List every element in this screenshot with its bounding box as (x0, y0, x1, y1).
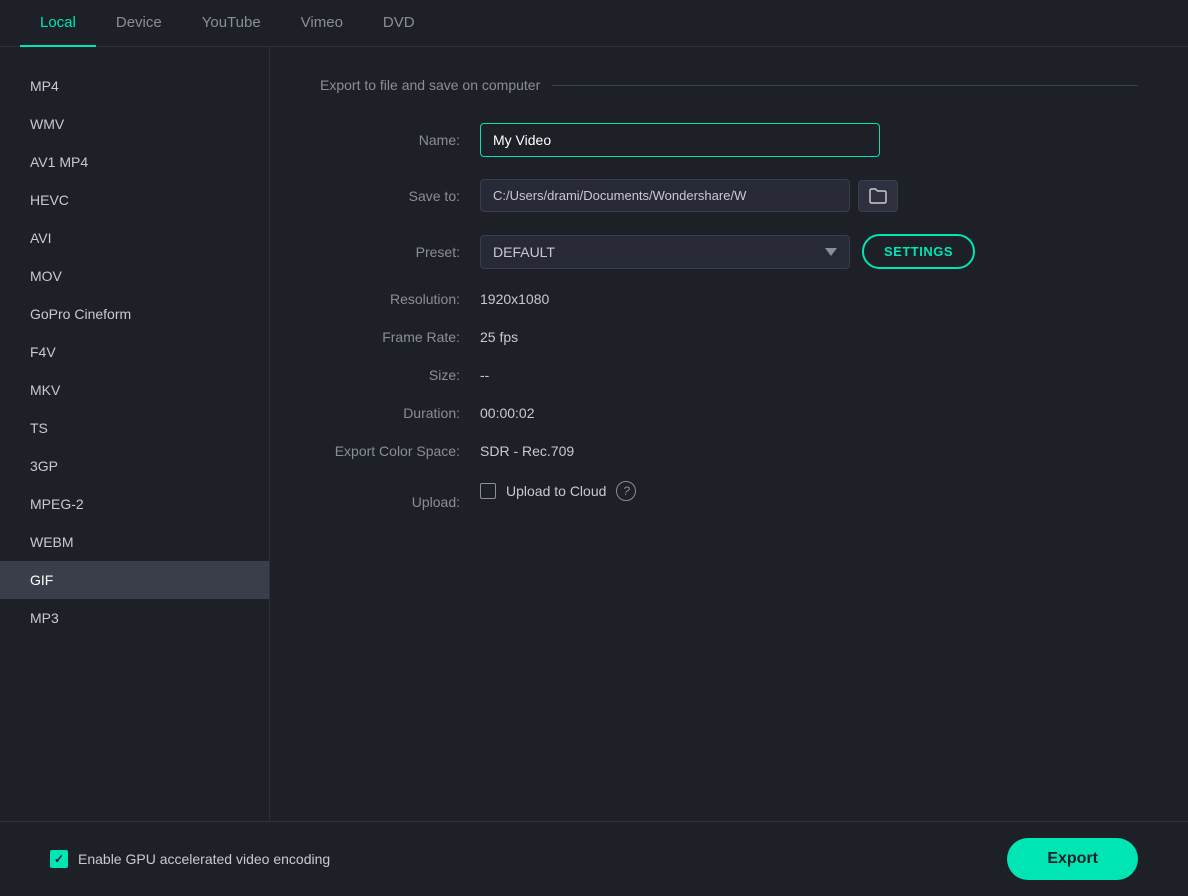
tab-youtube[interactable]: YouTube (182, 0, 281, 47)
size-label: Size: (320, 367, 480, 383)
saveto-container: C:/Users/drami/Documents/Wondershare/W (480, 179, 898, 212)
resolution-value: 1920x1080 (480, 291, 549, 307)
tab-device[interactable]: Device (96, 0, 182, 47)
main-layout: MP4 WMV AV1 MP4 HEVC AVI MOV GoPro Cinef… (0, 47, 1188, 821)
saveto-path: C:/Users/drami/Documents/Wondershare/W (480, 179, 850, 212)
folder-icon (869, 188, 887, 204)
sidebar-item-hevc[interactable]: HEVC (0, 181, 269, 219)
help-icon[interactable]: ? (616, 481, 636, 501)
framerate-label: Frame Rate: (320, 329, 480, 345)
sidebar: MP4 WMV AV1 MP4 HEVC AVI MOV GoPro Cinef… (0, 47, 270, 821)
upload-container: Upload to Cloud ? (480, 481, 636, 501)
name-row: Name: (320, 123, 1138, 157)
preset-row: Preset: DEFAULT Custom SETTINGS (320, 234, 1138, 269)
gpu-row: Enable GPU accelerated video encoding (50, 850, 330, 868)
sidebar-item-3gp[interactable]: 3GP (0, 447, 269, 485)
sidebar-item-wmv[interactable]: WMV (0, 105, 269, 143)
gpu-label: Enable GPU accelerated video encoding (78, 851, 330, 867)
upload-row: Upload: Upload to Cloud ? (320, 481, 1138, 523)
sidebar-item-ts[interactable]: TS (0, 409, 269, 447)
duration-label: Duration: (320, 405, 480, 421)
preset-container: DEFAULT Custom SETTINGS (480, 234, 975, 269)
colorspace-value: SDR - Rec.709 (480, 443, 574, 459)
top-nav: Local Device YouTube Vimeo DVD (0, 0, 1188, 47)
bottom-bar: Enable GPU accelerated video encoding Ex… (0, 821, 1188, 896)
sidebar-item-mov[interactable]: MOV (0, 257, 269, 295)
tab-vimeo[interactable]: Vimeo (281, 0, 363, 47)
resolution-label: Resolution: (320, 291, 480, 307)
tab-local[interactable]: Local (20, 0, 96, 47)
name-label: Name: (320, 132, 480, 148)
resolution-row: Resolution: 1920x1080 (320, 291, 1138, 307)
duration-value: 00:00:02 (480, 405, 535, 421)
sidebar-item-avi[interactable]: AVI (0, 219, 269, 257)
browse-folder-button[interactable] (858, 180, 898, 212)
saveto-label: Save to: (320, 188, 480, 204)
sidebar-item-mp3[interactable]: MP3 (0, 599, 269, 637)
preset-select[interactable]: DEFAULT Custom (480, 235, 850, 269)
gpu-checkbox[interactable] (50, 850, 68, 868)
upload-cloud-label: Upload to Cloud (506, 483, 606, 499)
preset-label: Preset: (320, 244, 480, 260)
sidebar-item-mp4[interactable]: MP4 (0, 67, 269, 105)
export-button[interactable]: Export (1007, 838, 1138, 880)
sidebar-item-mkv[interactable]: MKV (0, 371, 269, 409)
sidebar-item-av1mp4[interactable]: AV1 MP4 (0, 143, 269, 181)
framerate-value: 25 fps (480, 329, 518, 345)
content-area: Export to file and save on computer Name… (270, 47, 1188, 821)
size-row: Size: -- (320, 367, 1138, 383)
section-title: Export to file and save on computer (320, 77, 1138, 93)
tab-dvd[interactable]: DVD (363, 0, 435, 47)
colorspace-label: Export Color Space: (320, 443, 480, 459)
settings-button[interactable]: SETTINGS (862, 234, 975, 269)
duration-row: Duration: 00:00:02 (320, 405, 1138, 421)
size-value: -- (480, 367, 489, 383)
sidebar-item-f4v[interactable]: F4V (0, 333, 269, 371)
framerate-row: Frame Rate: 25 fps (320, 329, 1138, 345)
upload-label: Upload: (320, 494, 480, 510)
name-input[interactable] (480, 123, 880, 157)
sidebar-item-webm[interactable]: WEBM (0, 523, 269, 561)
sidebar-item-gopro[interactable]: GoPro Cineform (0, 295, 269, 333)
colorspace-row: Export Color Space: SDR - Rec.709 (320, 443, 1138, 459)
saveto-row: Save to: C:/Users/drami/Documents/Wonder… (320, 179, 1138, 212)
upload-cloud-checkbox[interactable] (480, 483, 496, 499)
sidebar-item-gif[interactable]: GIF (0, 561, 269, 599)
sidebar-item-mpeg2[interactable]: MPEG-2 (0, 485, 269, 523)
